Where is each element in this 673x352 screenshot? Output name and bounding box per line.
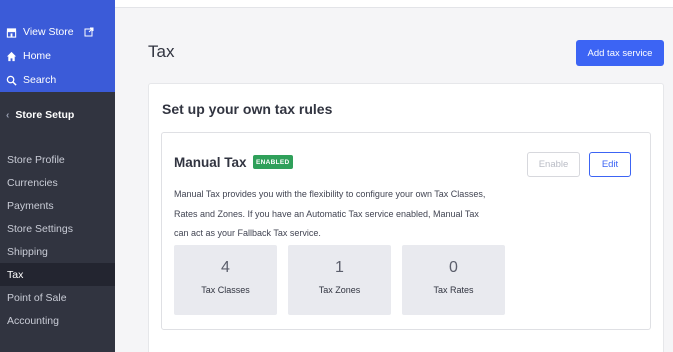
sidebar-item-label: Tax [7,268,24,281]
sidebar-item-label: View Store [23,26,74,38]
home-icon [6,51,17,62]
main-content: Tax Add tax service Set up your own tax … [115,0,673,352]
sidebar-item-label: Payments [7,199,54,212]
tax-rules-panel: Set up your own tax rules Manual Tax ENA… [148,83,664,352]
sidebar-item-label: Point of Sale [7,291,67,304]
sidebar-item-shipping[interactable]: Shipping [0,240,115,263]
sidebar-item-label: Accounting [7,314,59,327]
sidebar-item-home[interactable]: Home [6,47,51,65]
enable-button[interactable]: Enable [527,152,580,177]
page-title: Tax [148,42,175,61]
sidebar-subnav: Store Profile Currencies Payments Store … [0,148,115,332]
stat-label: Tax Rates [433,285,474,295]
card-description: Manual Tax provides you with the flexibi… [174,185,514,244]
sidebar-item-store-profile[interactable]: Store Profile [0,148,115,171]
manual-tax-card: Manual Tax ENABLED Enable Edit Manual Ta… [161,132,651,330]
sidebar-item-label: Search [23,74,57,86]
panel-title: Set up your own tax rules [162,101,333,117]
sidebar-item-currencies[interactable]: Currencies [0,171,115,194]
sidebar-item-label: Shipping [7,245,48,258]
sidebar-item-label: Store Profile [7,153,65,166]
sidebar-item-label: Currencies [7,176,58,189]
sidebar-item-point-of-sale[interactable]: Point of Sale [0,286,115,309]
storefront-icon [6,27,17,38]
stat-tile-tax-classes[interactable]: 4 Tax Classes [174,245,277,315]
status-badge: ENABLED [253,155,293,169]
description-line: Rates and Zones. If you have an Automati… [174,208,479,219]
sidebar-section-label: Store Setup [15,109,75,121]
sidebar-item-accounting[interactable]: Accounting [0,309,115,332]
stat-label: Tax Classes [201,285,250,295]
sidebar-item-payments[interactable]: Payments [0,194,115,217]
sidebar: View Store Home Search ‹ Store Setup Sto… [0,0,115,352]
add-tax-service-button[interactable]: Add tax service [576,40,664,66]
sidebar-item-label: Home [23,50,52,62]
search-icon [6,75,17,86]
sidebar-item-store-settings[interactable]: Store Settings [0,217,115,240]
stat-value: 0 [449,259,458,276]
stat-label: Tax Zones [318,285,361,295]
chevron-left-icon: ‹ [6,109,10,121]
stat-tile-tax-rates[interactable]: 0 Tax Rates [402,245,505,315]
sidebar-item-search[interactable]: Search [6,71,56,89]
external-link-icon[interactable] [84,27,94,37]
edit-button[interactable]: Edit [589,152,631,177]
card-title: Manual Tax [174,155,247,170]
sidebar-item-label: Store Settings [7,222,73,235]
sidebar-top-section: View Store Home Search [0,0,115,92]
stat-tile-tax-zones[interactable]: 1 Tax Zones [288,245,391,315]
stat-value: 4 [221,259,230,276]
top-bar [115,0,673,8]
sidebar-item-view-store[interactable]: View Store [6,23,94,41]
stat-value: 1 [335,259,344,276]
description-line: Manual Tax provides you with the flexibi… [174,189,486,199]
description-line: can act as your Fallback Tax service. [174,228,321,238]
sidebar-section-store-setup[interactable]: ‹ Store Setup [0,98,115,132]
sidebar-item-tax[interactable]: Tax [0,263,115,286]
